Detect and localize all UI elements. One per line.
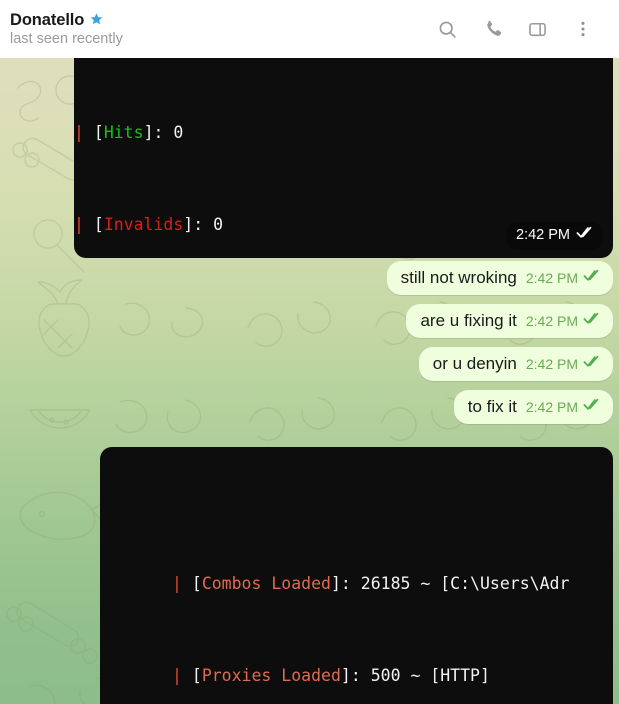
message-meta: 2:42 PM — [526, 312, 602, 331]
message-bubble-outgoing[interactable]: still not wroking 2:42 PM — [386, 261, 613, 295]
message-time: 2:42 PM — [525, 270, 578, 286]
search-button[interactable] — [425, 7, 470, 52]
terminal-bracket-open: [ — [181, 665, 202, 685]
terminal-bracket-open: [ — [181, 574, 202, 594]
message-timestamp-row: 2:42 PM — [507, 222, 603, 250]
message-image-terminal-2[interactable]: | [Combos Loaded]: 26185 ~ [C:\Users\Adr… — [100, 447, 613, 704]
chat-header-actions — [425, 7, 605, 52]
message-image-terminal-1[interactable]: | [Hits]: 0 | [Invalids]: 0 | [Errors]: … — [74, 58, 613, 258]
message-meta: 2:42 PM — [526, 398, 602, 417]
double-check-icon — [583, 269, 602, 287]
terminal-bracket-close: ]: — [340, 665, 371, 685]
search-icon — [437, 19, 458, 40]
terminal-bracket-close: ]: — [143, 123, 174, 143]
message-text: or u denyin — [432, 354, 517, 373]
phone-icon — [483, 19, 503, 39]
terminal-label: Hits — [103, 123, 144, 143]
chat-message-list[interactable]: | [Hits]: 0 | [Invalids]: 0 | [Errors]: … — [0, 58, 619, 704]
double-check-icon — [583, 355, 602, 373]
message-bubble-outgoing[interactable]: to fix it 2:42 PM — [453, 390, 613, 424]
terminal-output-2: | [Combos Loaded]: 26185 ~ [C:\Users\Adr… — [100, 505, 613, 704]
terminal-bar: | — [172, 574, 182, 594]
message-time: 2:42 PM — [525, 356, 578, 372]
more-menu-button[interactable] — [560, 7, 605, 52]
panel-icon — [527, 19, 548, 40]
double-check-icon — [583, 398, 602, 416]
terminal-line: | [Combos Loaded]: 26185 ~ [C:\Users\Adr — [100, 573, 613, 596]
terminal-bracket-open: [ — [83, 214, 104, 234]
terminal-value: 0 — [213, 214, 224, 234]
terminal-bar: | — [74, 123, 84, 143]
chat-title-row: Donatello — [10, 10, 425, 29]
message-meta: 2:42 PM — [526, 355, 602, 374]
terminal-bracket-close: ]: — [183, 214, 214, 234]
message-bubble-outgoing[interactable]: are u fixing it 2:42 PM — [406, 304, 613, 338]
terminal-bar: | — [172, 665, 182, 685]
message-text: are u fixing it — [420, 311, 517, 330]
star-icon — [89, 12, 104, 27]
dots-vertical-icon — [573, 19, 593, 39]
terminal-value: 26185 ~ [C:\Users\Adr — [360, 574, 570, 594]
terminal-bar: | — [74, 214, 84, 234]
terminal-value: 0 — [173, 123, 184, 143]
terminal-bracket-close: ]: — [330, 574, 361, 594]
message-bubble-outgoing[interactable]: or u denyin 2:42 PM — [418, 347, 613, 381]
terminal-label: Invalids — [103, 214, 184, 234]
terminal-label: Combos Loaded — [201, 574, 331, 594]
message-time: 2:42 PM — [525, 313, 578, 329]
message-meta: 2:42 PM — [526, 269, 602, 288]
terminal-line: | [Proxies Loaded]: 500 ~ [HTTP] — [100, 665, 613, 688]
terminal-label: Proxies Loaded — [201, 665, 341, 685]
double-check-icon — [583, 312, 602, 330]
terminal-line: | [Hits]: 0 — [74, 122, 613, 145]
page-title: Donatello — [10, 10, 85, 29]
terminal-bracket-open: [ — [83, 123, 104, 143]
chat-header: Donatello last seen recently — [0, 0, 619, 58]
call-button[interactable] — [470, 7, 515, 52]
message-time: 2:42 PM — [525, 399, 578, 415]
message-time: 2:42 PM — [516, 227, 570, 244]
message-text: still not wroking — [400, 268, 517, 287]
terminal-value: 500 ~ [HTTP] — [370, 665, 490, 685]
chat-header-info[interactable]: Donatello last seen recently — [10, 10, 425, 47]
chat-status-text: last seen recently — [10, 31, 123, 47]
sidebar-toggle-button[interactable] — [515, 7, 560, 52]
message-text: to fix it — [467, 397, 517, 416]
double-check-icon — [576, 224, 595, 247]
